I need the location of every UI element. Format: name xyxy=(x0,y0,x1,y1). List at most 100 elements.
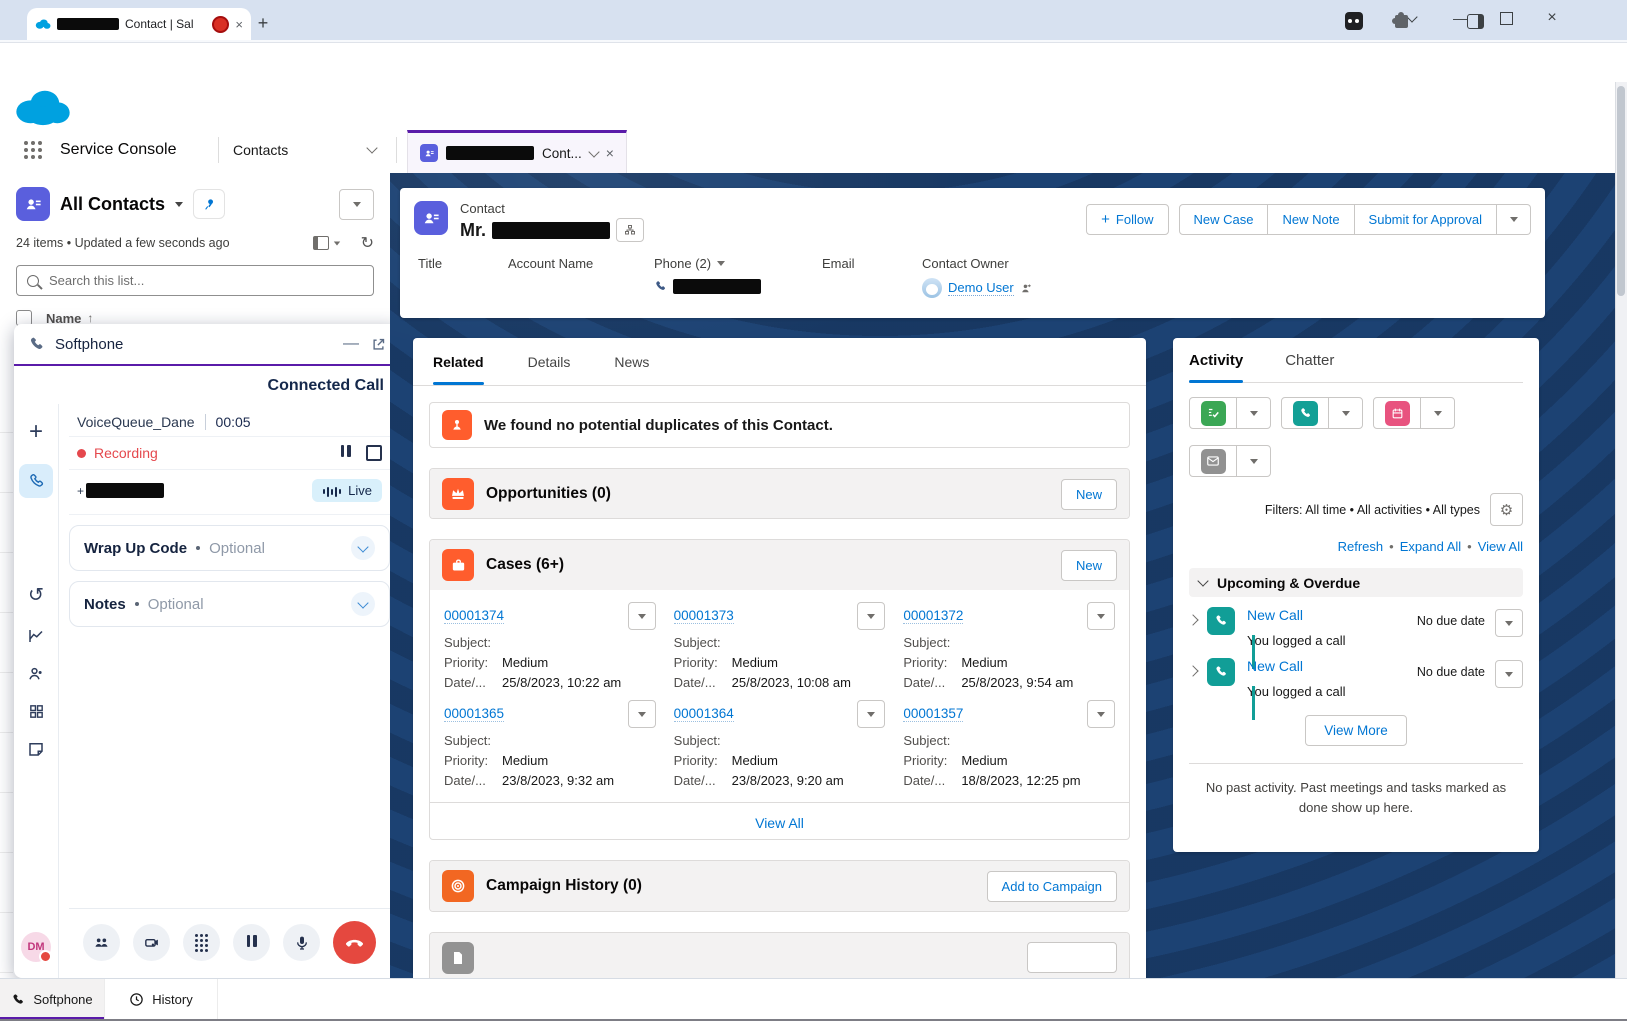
tab-details[interactable]: Details xyxy=(528,338,571,385)
contacts-directory-icon[interactable] xyxy=(27,665,45,683)
view-hierarchy-button[interactable] xyxy=(616,218,644,242)
transfer-button[interactable] xyxy=(133,924,170,961)
case-number-link[interactable]: 00001365 xyxy=(444,706,504,722)
log-call-button[interactable] xyxy=(1282,398,1328,428)
subtab-close-icon[interactable]: × xyxy=(606,146,614,160)
window-close-button[interactable]: × xyxy=(1532,4,1572,32)
new-note-button[interactable]: New Note xyxy=(1268,204,1354,235)
conference-button[interactable] xyxy=(83,924,120,961)
more-actions-dropdown-button[interactable] xyxy=(1497,204,1531,235)
case-number-link[interactable]: 00001357 xyxy=(903,706,963,722)
view-all-activity-link[interactable]: View All xyxy=(1478,539,1523,554)
activity-filter-settings-button[interactable]: ⚙ xyxy=(1490,493,1523,526)
list-view-title[interactable]: All Contacts xyxy=(60,194,165,215)
new-tab-button[interactable]: + xyxy=(250,10,276,36)
case-number-link[interactable]: 00001372 xyxy=(903,608,963,624)
utility-softphone-tab[interactable]: Softphone xyxy=(0,979,105,1020)
case-actions-button[interactable] xyxy=(628,700,656,728)
page-scrollbar-thumb[interactable] xyxy=(1617,86,1625,296)
call-history-icon[interactable]: ↺ xyxy=(28,584,44,607)
campaign-title[interactable]: Campaign History (0) xyxy=(486,877,642,895)
pause-recording-icon[interactable] xyxy=(339,444,352,462)
refresh-list-icon[interactable]: ↻ xyxy=(361,233,374,253)
add-to-campaign-button[interactable]: Add to Campaign xyxy=(987,871,1117,902)
view-more-button[interactable]: View More xyxy=(1305,715,1407,746)
list-view-selector-icon[interactable] xyxy=(175,202,183,207)
display-as-button[interactable] xyxy=(313,236,341,250)
change-owner-icon[interactable] xyxy=(1020,282,1033,295)
new-call-plus-icon[interactable]: + xyxy=(29,418,43,446)
refresh-activity-link[interactable]: Refresh xyxy=(1338,539,1394,554)
new-opportunity-button[interactable]: New xyxy=(1061,479,1117,510)
phone-dropdown-icon[interactable] xyxy=(717,261,725,266)
case-actions-button[interactable] xyxy=(1087,602,1115,630)
subtab-dropdown-icon[interactable] xyxy=(588,146,599,157)
notes-section[interactable]: Notes Optional xyxy=(69,581,390,627)
utility-history-tab[interactable]: History xyxy=(105,979,218,1020)
notes-pad-icon[interactable] xyxy=(27,740,45,758)
notes-expand-icon[interactable] xyxy=(351,592,375,616)
mute-button[interactable] xyxy=(283,924,320,961)
stop-recording-icon[interactable] xyxy=(366,445,382,461)
email-dropdown-button[interactable] xyxy=(1236,446,1270,476)
clipped-action-button[interactable] xyxy=(1027,942,1117,973)
live-transcription-badge[interactable]: Live xyxy=(312,479,382,502)
task-dropdown-button[interactable] xyxy=(1236,398,1270,428)
upcoming-overdue-section[interactable]: Upcoming & Overdue xyxy=(1189,568,1523,597)
apps-grid-icon[interactable] xyxy=(28,703,45,720)
stats-chart-icon[interactable] xyxy=(27,627,45,645)
expand-item-icon[interactable] xyxy=(1187,614,1198,625)
softphone-minimize-icon[interactable]: — xyxy=(331,335,371,353)
section-collapse-icon[interactable] xyxy=(1197,575,1208,586)
extensions-puzzle-icon[interactable] xyxy=(1395,15,1408,28)
nav-tab-dropdown-icon[interactable] xyxy=(368,130,376,170)
dialpad-button[interactable] xyxy=(183,924,220,961)
active-call-tab-icon[interactable] xyxy=(19,464,53,498)
activity-item-title[interactable]: New Call xyxy=(1247,607,1303,623)
tab-close-icon[interactable]: × xyxy=(235,18,243,31)
browser-tab[interactable]: Contact | Sal × xyxy=(27,8,251,40)
tab-news[interactable]: News xyxy=(614,338,649,385)
case-number-link[interactable]: 00001374 xyxy=(444,608,504,624)
agent-avatar[interactable]: DM xyxy=(21,932,51,962)
cases-title[interactable]: Cases (6+) xyxy=(486,556,564,574)
cases-view-all-link[interactable]: View All xyxy=(755,815,804,831)
submit-approval-button[interactable]: Submit for Approval xyxy=(1355,204,1497,235)
app-launcher-icon[interactable] xyxy=(24,141,42,159)
password-manager-icon[interactable] xyxy=(1345,12,1363,30)
activity-item-actions-button[interactable] xyxy=(1495,609,1523,637)
tab-chatter[interactable]: Chatter xyxy=(1285,338,1334,382)
softphone-popout-icon[interactable] xyxy=(371,337,386,352)
opportunities-title[interactable]: Opportunities (0) xyxy=(486,485,611,503)
pin-list-button[interactable] xyxy=(193,189,225,219)
event-dropdown-button[interactable] xyxy=(1420,398,1454,428)
list-search-input[interactable] xyxy=(47,272,363,289)
activity-item-actions-button[interactable] xyxy=(1495,660,1523,688)
case-actions-button[interactable] xyxy=(1087,700,1115,728)
tab-activity[interactable]: Activity xyxy=(1189,338,1243,382)
new-task-button[interactable] xyxy=(1190,398,1236,428)
case-actions-button[interactable] xyxy=(628,602,656,630)
case-actions-button[interactable] xyxy=(857,602,885,630)
new-event-button[interactable] xyxy=(1374,398,1420,428)
case-actions-button[interactable] xyxy=(857,700,885,728)
wrapup-code-section[interactable]: Wrap Up Code Optional xyxy=(69,525,390,571)
tab-related[interactable]: Related xyxy=(433,338,484,385)
list-search-box[interactable] xyxy=(16,265,374,296)
list-actions-dropdown-button[interactable] xyxy=(339,189,374,220)
new-case-button[interactable]: New Case xyxy=(1179,204,1269,235)
end-call-button[interactable] xyxy=(333,921,376,964)
activity-item-title[interactable]: New Call xyxy=(1247,658,1303,674)
window-maximize-button[interactable] xyxy=(1486,4,1526,32)
new-case-button-related[interactable]: New xyxy=(1061,550,1117,581)
expand-all-link[interactable]: Expand All xyxy=(1400,539,1472,554)
case-number-link[interactable]: 00001373 xyxy=(674,608,734,624)
follow-button[interactable]: +Follow xyxy=(1086,204,1168,235)
wrapup-expand-icon[interactable] xyxy=(351,536,375,560)
nav-tab-contacts[interactable]: Contacts xyxy=(233,142,288,158)
case-number-link[interactable]: 00001364 xyxy=(674,706,734,722)
field-phone-label[interactable]: Phone (2) xyxy=(654,256,711,271)
email-button[interactable] xyxy=(1190,446,1236,476)
hold-button[interactable] xyxy=(233,924,270,961)
owner-link[interactable]: Demo User xyxy=(948,280,1014,296)
